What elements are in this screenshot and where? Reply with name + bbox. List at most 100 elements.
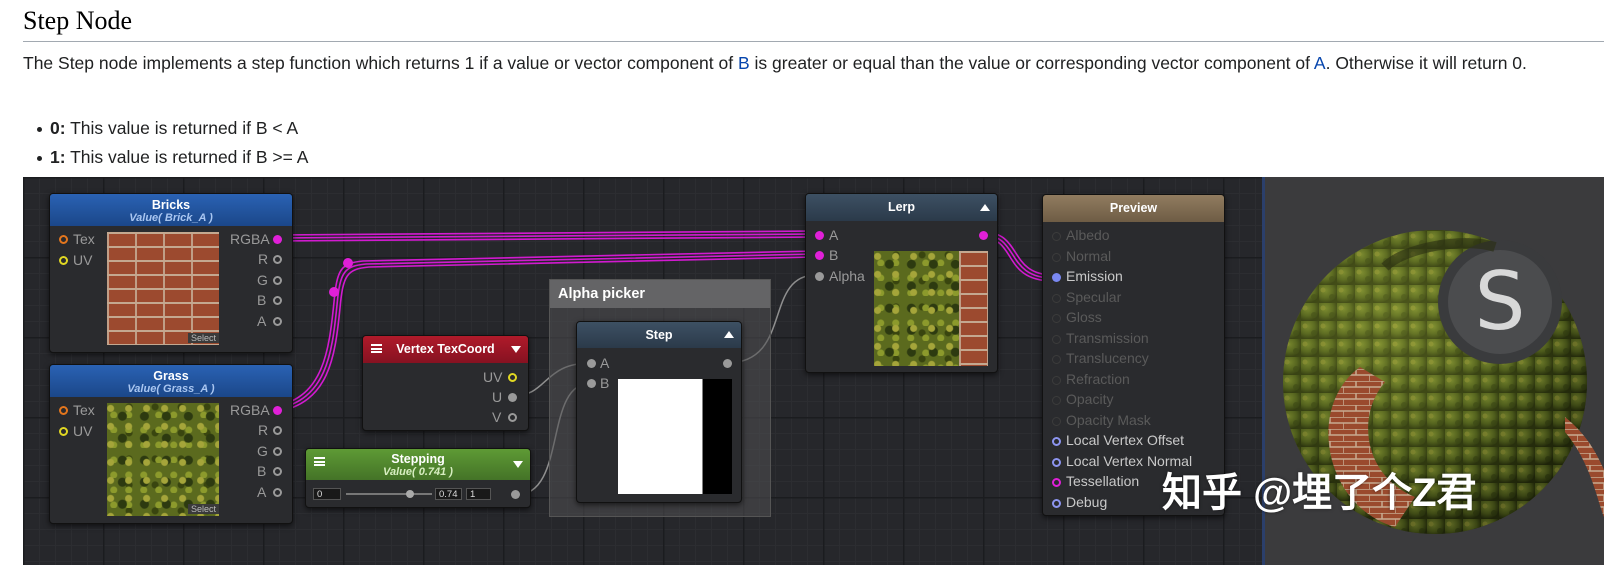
lerp-preview-grass bbox=[874, 251, 959, 366]
output-port-r[interactable] bbox=[273, 255, 282, 264]
preview-input-port[interactable] bbox=[1052, 355, 1061, 364]
output-port-rgba[interactable] bbox=[273, 406, 282, 415]
input-port-a[interactable] bbox=[587, 359, 596, 368]
node-step[interactable]: Step A B bbox=[576, 321, 742, 503]
output-port[interactable] bbox=[723, 359, 732, 368]
output-label: U bbox=[492, 389, 503, 405]
input-port-b[interactable] bbox=[587, 379, 596, 388]
preview-input-label: Normal bbox=[1066, 247, 1112, 264]
preview-input-row[interactable]: Emission bbox=[1043, 267, 1224, 287]
preview-input-row[interactable]: Opacity bbox=[1043, 390, 1224, 410]
value-field[interactable]: 0.74 bbox=[435, 488, 462, 500]
output-port-b[interactable] bbox=[273, 467, 282, 476]
output-port-g[interactable] bbox=[273, 276, 282, 285]
output-label: R bbox=[258, 422, 269, 438]
texture-thumbnail[interactable] bbox=[107, 232, 219, 345]
node-header[interactable]: Bricks Value( Brick_A ) bbox=[50, 194, 292, 226]
preview-input-port[interactable] bbox=[1052, 498, 1061, 508]
preview-input-port[interactable] bbox=[1052, 416, 1061, 426]
output-port-u[interactable] bbox=[508, 393, 517, 402]
output-port-rgba[interactable] bbox=[273, 235, 282, 244]
node-stepping[interactable]: Stepping Value( 0.741 ) 0 0.74 1 bbox=[305, 448, 531, 508]
node-header[interactable]: Preview bbox=[1043, 195, 1224, 222]
menu-icon[interactable] bbox=[314, 457, 325, 466]
preview-input-port[interactable] bbox=[1052, 252, 1061, 262]
node-title: Grass bbox=[153, 369, 189, 383]
lerp-preview-brick bbox=[959, 251, 988, 366]
output-port-a[interactable] bbox=[273, 488, 282, 497]
value-slider[interactable] bbox=[346, 490, 432, 498]
input-port-uv[interactable] bbox=[59, 427, 68, 436]
output-port-uv[interactable] bbox=[508, 373, 517, 382]
preview-input-row[interactable]: Translucency bbox=[1043, 349, 1224, 369]
preview-input-port[interactable] bbox=[1052, 437, 1061, 446]
input-port-alpha[interactable] bbox=[815, 272, 824, 281]
node-header[interactable]: Grass Value( Grass_A ) bbox=[50, 365, 292, 397]
collapse-icon[interactable] bbox=[980, 204, 990, 211]
collapse-icon[interactable] bbox=[513, 461, 523, 468]
node-grass[interactable]: Grass Value( Grass_A ) Tex UV Select RGB… bbox=[49, 364, 293, 524]
node-editor-canvas[interactable]: Bricks Value( Brick_A ) Tex UV Select RG… bbox=[23, 177, 1604, 565]
preview-input-row[interactable]: Opacity Mask bbox=[1043, 411, 1224, 431]
output-port-r[interactable] bbox=[273, 426, 282, 435]
node-vertex-texcoord[interactable]: Vertex TexCoord UV U V bbox=[362, 335, 529, 431]
collapse-icon[interactable] bbox=[724, 331, 734, 338]
node-title: Preview bbox=[1109, 201, 1158, 215]
input-label: Alpha bbox=[829, 268, 865, 284]
preview-input-row[interactable]: Local Vertex Offset bbox=[1043, 431, 1224, 451]
menu-icon[interactable] bbox=[371, 344, 382, 353]
select-button[interactable]: Select bbox=[188, 333, 220, 343]
input-port-a[interactable] bbox=[815, 231, 824, 240]
output-port-v[interactable] bbox=[508, 413, 517, 422]
node-header[interactable]: Vertex TexCoord bbox=[363, 336, 528, 363]
input-port-b[interactable] bbox=[815, 251, 824, 260]
link-a[interactable]: A bbox=[1314, 53, 1326, 73]
collapse-icon[interactable] bbox=[511, 346, 521, 353]
input-port-tex[interactable] bbox=[59, 235, 68, 244]
output-label: B bbox=[257, 463, 267, 479]
min-field[interactable]: 0 bbox=[313, 488, 341, 500]
node-header[interactable]: Lerp bbox=[806, 194, 997, 221]
preview-input-port[interactable] bbox=[1052, 334, 1061, 344]
output-label: A bbox=[257, 313, 267, 329]
link-b[interactable]: B bbox=[738, 53, 750, 73]
preview-input-row[interactable]: Normal bbox=[1043, 247, 1224, 267]
slider-knob[interactable] bbox=[405, 490, 414, 498]
output-port-b[interactable] bbox=[273, 296, 282, 305]
wire-reroute-point bbox=[329, 287, 339, 297]
preview-input-row[interactable]: Gloss bbox=[1043, 308, 1224, 328]
preview-input-label: Refraction bbox=[1066, 370, 1130, 387]
preview-input-port[interactable] bbox=[1052, 314, 1061, 323]
preview-input-port[interactable] bbox=[1052, 396, 1061, 405]
node-lerp[interactable]: Lerp A B Alpha bbox=[805, 193, 998, 373]
node-header[interactable]: Step bbox=[577, 322, 741, 348]
preview-input-port[interactable] bbox=[1052, 478, 1061, 487]
preview-input-row[interactable]: Specular bbox=[1043, 288, 1224, 308]
max-field[interactable]: 1 bbox=[466, 488, 491, 500]
output-port-g[interactable] bbox=[273, 447, 282, 456]
preview-input-port[interactable] bbox=[1052, 457, 1061, 467]
watermark: 知乎 @埋了个Z君 bbox=[1162, 471, 1477, 515]
output-port-value[interactable] bbox=[511, 490, 520, 499]
output-port[interactable] bbox=[979, 231, 988, 240]
description-text-3: . Otherwise it will return 0. bbox=[1325, 53, 1527, 73]
node-header[interactable]: Stepping Value( 0.741 ) bbox=[306, 449, 530, 480]
select-button[interactable]: Select bbox=[188, 504, 220, 514]
group-title[interactable]: Alpha picker bbox=[550, 280, 770, 308]
preview-input-row[interactable]: Transmission bbox=[1043, 329, 1224, 349]
preview-input-row[interactable]: Albedo bbox=[1043, 226, 1224, 246]
preview-input-row[interactable]: Refraction bbox=[1043, 370, 1224, 390]
wire-reroute-point bbox=[343, 258, 353, 268]
node-bricks[interactable]: Bricks Value( Brick_A ) Tex UV Select RG… bbox=[49, 193, 293, 353]
node-title: Bricks bbox=[151, 198, 191, 212]
output-port-a[interactable] bbox=[273, 317, 282, 326]
preview-input-label: Transmission bbox=[1066, 329, 1149, 346]
input-port-uv[interactable] bbox=[59, 256, 68, 265]
texture-thumbnail[interactable] bbox=[107, 403, 219, 516]
preview-input-port[interactable] bbox=[1052, 232, 1061, 241]
bullet-text: This value is returned if B >= A bbox=[65, 147, 309, 167]
input-port-tex[interactable] bbox=[59, 406, 68, 415]
preview-input-port[interactable] bbox=[1052, 375, 1061, 385]
preview-input-port[interactable] bbox=[1052, 293, 1061, 303]
preview-input-port[interactable] bbox=[1052, 273, 1061, 282]
